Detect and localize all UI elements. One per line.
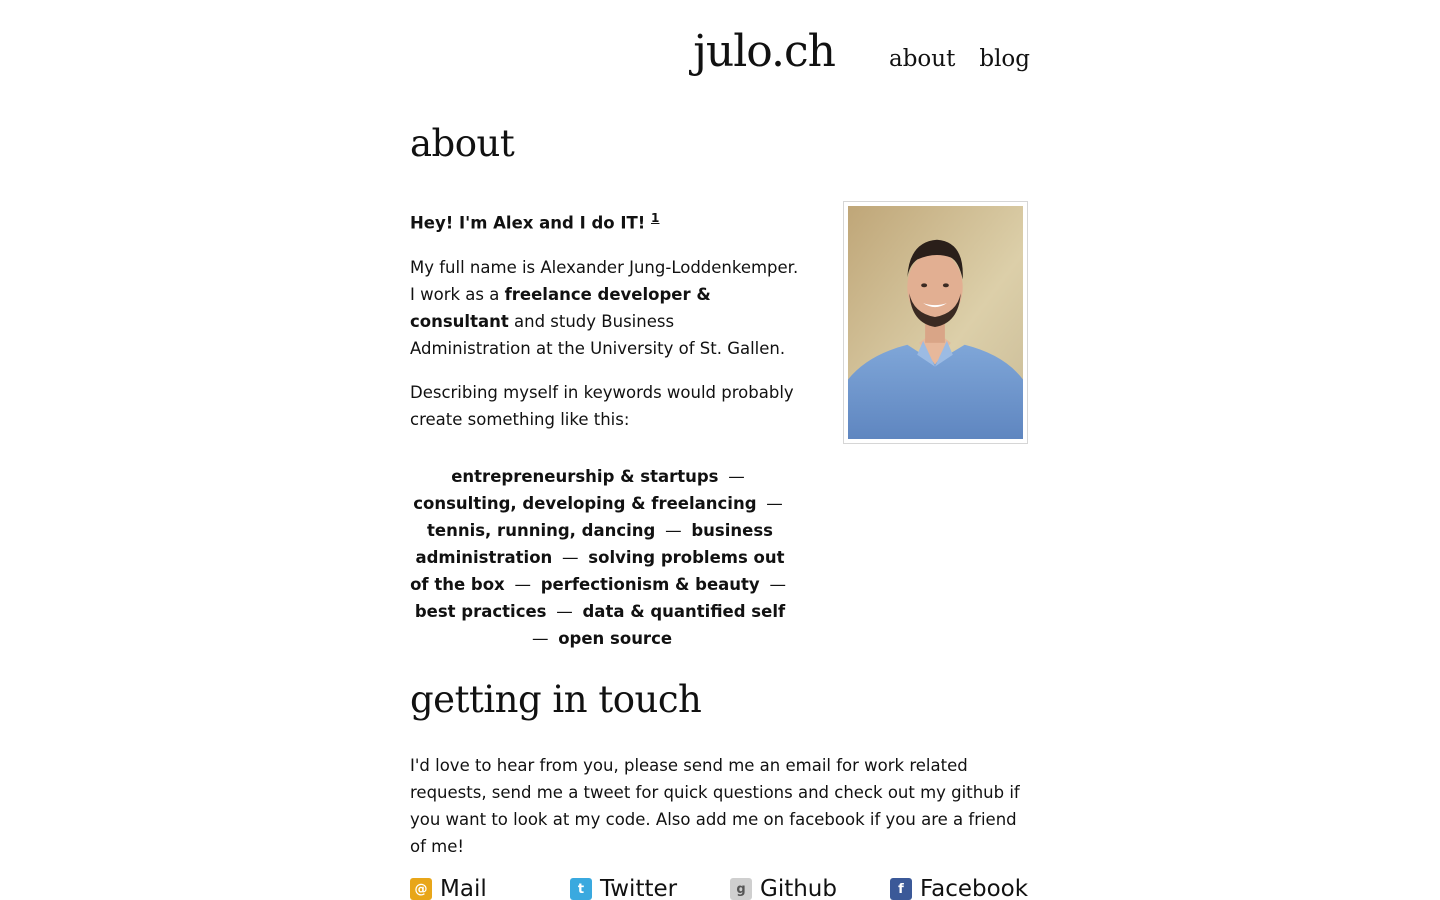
- keyword-separator: —: [766, 493, 783, 513]
- keyword: best practices: [414, 601, 547, 621]
- twitter-icon: t: [570, 878, 592, 900]
- facebook-link[interactable]: f Facebook: [890, 876, 1050, 900]
- getting-in-touch-text: I'd love to hear from you, please send m…: [410, 756, 1020, 856]
- twitter-link[interactable]: t Twitter: [570, 876, 730, 900]
- mail-link[interactable]: @ Mail: [410, 876, 570, 900]
- site-header: julo.ch about blog: [693, 26, 1030, 77]
- about-text: Hey! I'm Alex and I do IT! 1 My full nam…: [410, 205, 800, 669]
- keywords-list: entrepreneurship & startups — consulting…: [410, 463, 790, 652]
- facebook-icon: f: [890, 878, 912, 900]
- twitter-label: Twitter: [600, 876, 678, 900]
- github-icon: g: [730, 878, 752, 900]
- keyword-separator: —: [562, 547, 579, 567]
- keywords-intro: Describing myself in keywords would prob…: [410, 382, 794, 429]
- keyword: consulting, developing & freelancing: [413, 493, 757, 513]
- profile-photo-frame: [843, 201, 1028, 444]
- keyword-separator: —: [531, 628, 549, 648]
- profile-photo: [848, 206, 1023, 439]
- nav-about-link[interactable]: about: [889, 46, 955, 72]
- github-label: Github: [760, 876, 837, 900]
- footnote-link[interactable]: 1: [651, 211, 659, 225]
- keyword-separator: —: [556, 601, 573, 621]
- nav-blog-link[interactable]: blog: [979, 46, 1030, 72]
- keyword: perfectionism & beauty: [540, 574, 760, 594]
- keyword: data & quantified self: [582, 601, 786, 621]
- keyword-separator: —: [514, 574, 531, 594]
- contact-links: @ Mail t Twitter g Github f Facebook: [410, 876, 1050, 900]
- site-title-link[interactable]: julo.ch: [693, 26, 836, 77]
- lead-paragraph: Hey! I'm Alex and I do IT! 1: [410, 205, 800, 237]
- portrait-illustration: [848, 206, 1023, 439]
- keyword: open source: [558, 628, 673, 648]
- footnote-ref: 1: [651, 211, 659, 225]
- getting-in-touch-heading: getting in touch: [410, 678, 702, 721]
- keyword-separator: —: [769, 574, 786, 594]
- keyword-separator: —: [728, 466, 745, 486]
- github-link[interactable]: g Github: [730, 876, 890, 900]
- mail-label: Mail: [440, 876, 487, 900]
- about-heading: about: [410, 122, 515, 165]
- mail-icon: @: [410, 878, 432, 900]
- lead-text: Hey! I'm Alex and I do IT!: [410, 213, 646, 233]
- keyword: tennis, running, dancing: [427, 520, 656, 540]
- intro-paragraph: My full name is Alexander Jung-Loddenkem…: [410, 254, 800, 362]
- keyword: entrepreneurship & startups: [451, 466, 719, 486]
- keyword-separator: —: [665, 520, 682, 540]
- facebook-label: Facebook: [920, 876, 1029, 900]
